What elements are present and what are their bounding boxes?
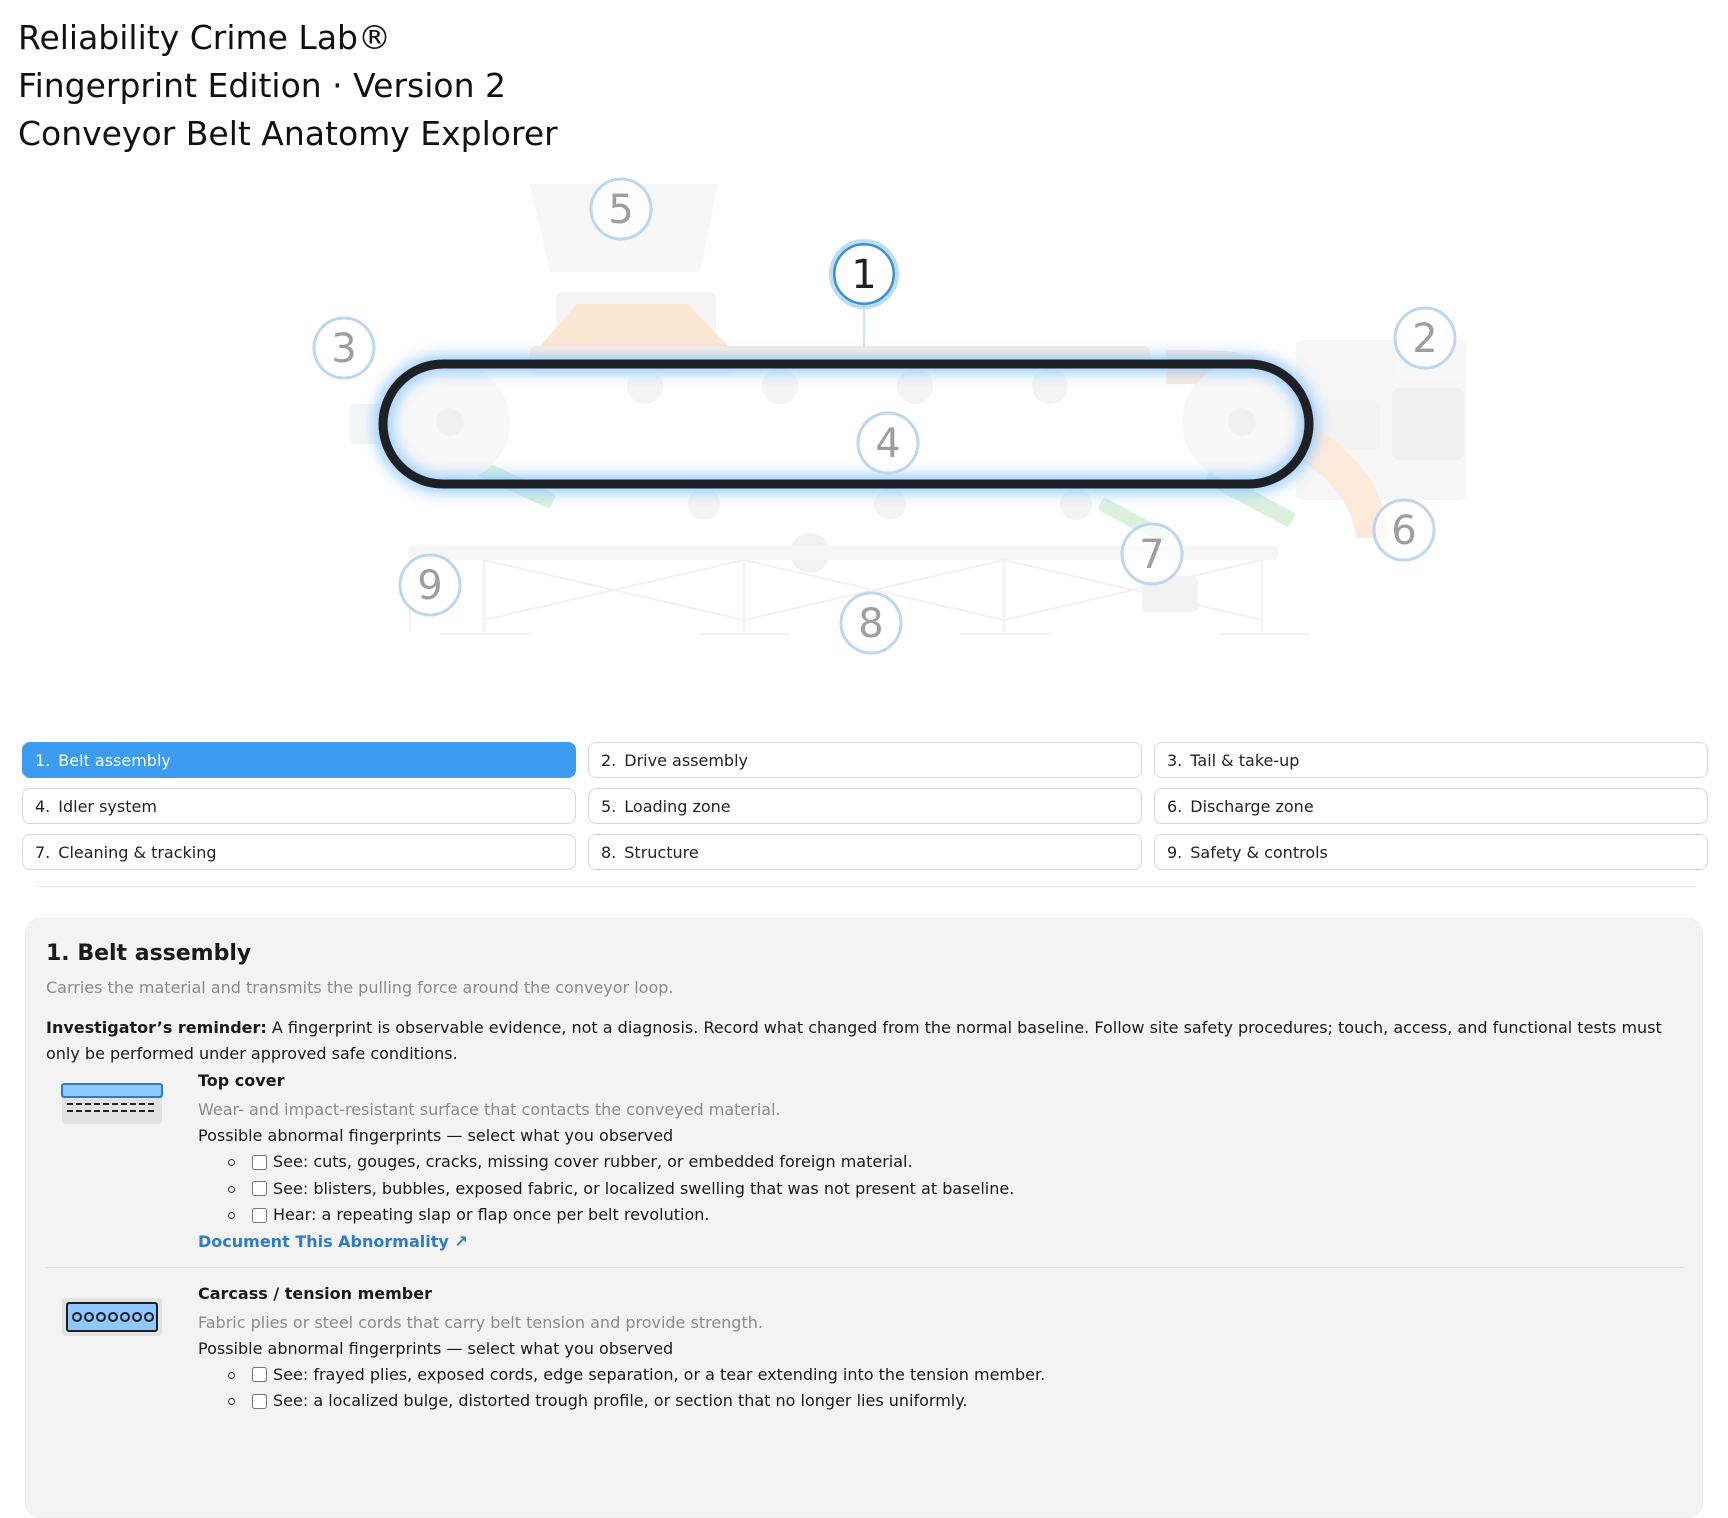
part-selector-grid: 1. Belt assembly 2. Drive assembly 3. Tail & …	[22, 742, 1708, 870]
part-label: Tail & take-up	[1190, 750, 1300, 770]
fingerprint-checkbox[interactable]	[252, 1367, 267, 1383]
carcass-icon	[62, 1297, 162, 1336]
fingerprint-checkbox[interactable]	[252, 1393, 267, 1409]
hotspot-6[interactable]: 6	[1372, 498, 1436, 562]
detail-panel: 1. Belt assembly Carries the material an…	[25, 918, 1703, 1518]
part-number: 2.	[601, 750, 617, 770]
fingerprint-text: See: a localized bulge, distorted trough…	[273, 1391, 968, 1410]
part-label: Idler system	[58, 796, 157, 816]
part-label: Loading zone	[624, 796, 731, 816]
document-abnormality-link[interactable]: Document This Abnormality ↗	[198, 1229, 468, 1255]
part-number: 4.	[35, 796, 51, 816]
conveyor-diagram: 1 2 3 4 5 6 7 8 9	[312, 177, 1466, 655]
hotspot-3[interactable]: 3	[312, 316, 376, 380]
component-divider	[46, 1266, 1684, 1268]
part-button-7[interactable]: 7. Cleaning & tracking	[22, 834, 576, 870]
hotspot-4-label: 4	[875, 421, 900, 467]
brand-edition: Fingerprint Edition · Version 2	[18, 66, 506, 105]
fingerprint-text: See: blisters, bubbles, exposed fabric, …	[273, 1178, 1015, 1198]
part-label: Structure	[624, 842, 699, 862]
hotspot-7[interactable]: 7	[1120, 522, 1184, 586]
brand-header: Reliability Crime Lab® Fingerprint Editi…	[18, 14, 558, 158]
divider	[36, 886, 1696, 887]
fingerprint-checkbox[interactable]	[252, 1181, 267, 1197]
part-button-2[interactable]: 2. Drive assembly	[588, 742, 1142, 778]
hotspot-9-label: 9	[417, 563, 442, 609]
hotspot-2-label: 2	[1412, 316, 1437, 362]
reminder-text: A fingerprint is observable evidence, no…	[46, 1018, 1662, 1063]
part-number: 6.	[1167, 796, 1183, 816]
top-cover-icon	[61, 1083, 163, 1124]
bullet-icon	[228, 1159, 235, 1166]
fingerprint-item: See: blisters, bubbles, exposed fabric, …	[228, 1176, 1682, 1203]
component-carcass: Carcass / tension member Fabric plies or…	[46, 1282, 1682, 1415]
fingerprint-item: See: frayed plies, exposed cords, edge s…	[228, 1362, 1682, 1389]
hotspot-5-label: 5	[608, 187, 633, 233]
brand-title: Reliability Crime Lab®	[18, 18, 391, 57]
part-button-1[interactable]: 1. Belt assembly	[22, 742, 576, 778]
bullet-icon	[228, 1371, 235, 1379]
fingerprint-text: See: cuts, gouges, cracks, missing cover…	[273, 1152, 913, 1171]
hotspot-3-label: 3	[331, 326, 356, 372]
reminder-label: Investigator’s reminder:	[46, 1018, 267, 1037]
part-number: 1.	[35, 750, 51, 770]
part-number: 5.	[601, 796, 617, 816]
component-description: Wear- and impact-resistant surface that …	[198, 1100, 781, 1119]
hotspot-8[interactable]: 8	[839, 591, 903, 655]
hotspot-2[interactable]: 2	[1393, 306, 1457, 370]
part-label: Cleaning & tracking	[58, 842, 217, 862]
part-number: 8.	[601, 842, 617, 862]
hotspot-6-label: 6	[1391, 508, 1416, 554]
fingerprint-list: See: frayed plies, exposed cords, edge s…	[198, 1362, 1682, 1415]
hotspot-8-label: 8	[858, 601, 883, 647]
bullet-icon	[228, 1212, 235, 1219]
fingerprint-item: See: cuts, gouges, cracks, missing cover…	[228, 1149, 1682, 1176]
fingerprint-checkbox[interactable]	[252, 1154, 267, 1170]
part-label: Safety & controls	[1190, 842, 1328, 862]
hotspot-4[interactable]: 4	[856, 411, 920, 475]
part-button-4[interactable]: 4. Idler system	[22, 788, 576, 824]
hotspot-1[interactable]: 1	[829, 239, 899, 309]
app-title: Conveyor Belt Anatomy Explorer	[18, 114, 558, 153]
bullet-icon	[228, 1398, 235, 1405]
fingerprint-checkbox[interactable]	[252, 1207, 267, 1223]
part-number: 7.	[35, 842, 51, 862]
fingerprint-item: Hear: a repeating slap or flap once per …	[228, 1202, 1682, 1229]
part-button-3[interactable]: 3. Tail & take-up	[1154, 742, 1708, 778]
part-label: Discharge zone	[1190, 796, 1314, 816]
part-number: 9.	[1167, 842, 1183, 862]
fingerprint-text: See: frayed plies, exposed cords, edge s…	[273, 1364, 1046, 1384]
component-name: Top cover	[198, 1071, 285, 1090]
fingerprint-text: Hear: a repeating slap or flap once per …	[273, 1205, 710, 1224]
part-number: 3.	[1167, 750, 1183, 770]
component-prompt: Possible abnormal fingerprints — select …	[198, 1126, 674, 1145]
hotspot-7-label: 7	[1139, 532, 1164, 578]
part-button-9[interactable]: 9. Safety & controls	[1154, 834, 1708, 870]
investigator-reminder: Investigator’s reminder: A fingerprint i…	[46, 1015, 1686, 1067]
detail-subtitle: Carries the material and transmits the p…	[46, 978, 674, 997]
fingerprint-list: See: cuts, gouges, cracks, missing cover…	[198, 1149, 1682, 1229]
component-name: Carcass / tension member	[198, 1283, 432, 1303]
part-label: Belt assembly	[58, 750, 171, 770]
component-description: Fabric plies or steel cords that carry b…	[198, 1312, 763, 1332]
hotspot-1-label: 1	[851, 252, 876, 298]
part-button-5[interactable]: 5. Loading zone	[588, 788, 1142, 824]
part-button-8[interactable]: 8. Structure	[588, 834, 1142, 870]
bullet-icon	[228, 1185, 235, 1193]
component-top-cover: Top cover Wear- and impact-resistant sur…	[46, 1069, 1682, 1255]
part-button-6[interactable]: 6. Discharge zone	[1154, 788, 1708, 824]
component-prompt: Possible abnormal fingerprints — select …	[198, 1338, 674, 1358]
hotspot-9[interactable]: 9	[398, 553, 462, 617]
hotspot-5[interactable]: 5	[589, 177, 653, 241]
fingerprint-item: See: a localized bulge, distorted trough…	[228, 1388, 1682, 1415]
part-label: Drive assembly	[624, 750, 748, 770]
detail-title: 1. Belt assembly	[46, 941, 252, 966]
